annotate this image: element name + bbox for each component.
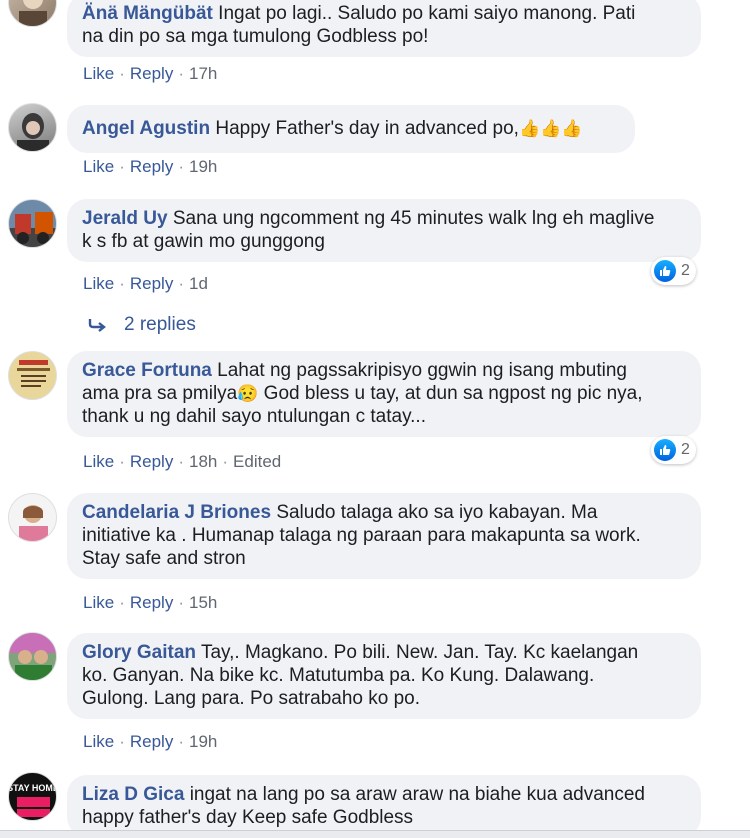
avatar[interactable] <box>8 0 57 27</box>
like-link[interactable]: Like <box>83 732 114 751</box>
comment-text: Stay safe and stron <box>82 548 246 569</box>
reply-link[interactable]: Reply <box>130 732 173 751</box>
reaction-count: 2 <box>681 441 690 458</box>
comment-author[interactable]: Jerald Uy <box>82 208 168 229</box>
timestamp[interactable]: 18h <box>189 452 217 471</box>
reaction-summary[interactable]: 2 <box>651 257 696 285</box>
thumbs-up-emoji-icon: 👍👍👍 <box>518 119 583 138</box>
comment-author[interactable]: Grace Fortuna <box>82 360 212 381</box>
reply-link[interactable]: Reply <box>130 593 173 612</box>
comment-actions: Like · Reply · 15h <box>83 593 218 612</box>
like-link[interactable]: Like <box>83 157 114 176</box>
timestamp[interactable]: 19h <box>189 732 217 751</box>
timestamp[interactable]: 1d <box>189 274 208 293</box>
comment-author[interactable]: Candelaria J Briones <box>82 502 271 523</box>
avatar[interactable] <box>8 632 57 681</box>
view-replies-link[interactable]: 2 replies <box>88 314 196 336</box>
comment-author[interactable]: Angel Agustin <box>82 118 210 139</box>
avatar[interactable] <box>8 103 57 152</box>
comment-bubble: Glory Gaitan Tay,. Magkano. Po bili. New… <box>67 633 701 719</box>
comment-actions: Like · Reply · 19h <box>83 157 218 176</box>
sad-emoji-icon: 😥 <box>237 384 259 403</box>
reply-link[interactable]: Reply <box>130 157 173 176</box>
comment-author[interactable]: Glory Gaitan <box>82 642 196 663</box>
reply-arrow-icon <box>88 319 106 332</box>
comment-text: Ingat po lagi.. Saludo po kami saiyo man… <box>218 3 636 24</box>
comment-bubble: Jerald Uy Sana ung ngcomment ng 45 minut… <box>67 199 701 262</box>
comment-bubble: Grace Fortuna Lahat ng pagssakripisyo gg… <box>67 351 701 437</box>
timestamp[interactable]: 17h <box>189 64 217 83</box>
comment-bubble: Angel Agustin Happy Father's day in adva… <box>67 105 635 153</box>
comment-text: Saludo talaga ako sa iyo kabayan. Ma <box>276 502 598 523</box>
comment-text: ko. Ganyan. Na bike kc. Matutumba pa. Ko… <box>82 665 595 686</box>
reply-link[interactable]: Reply <box>130 274 173 293</box>
avatar-text: STAY HOME <box>9 783 57 793</box>
comment-author[interactable]: Liza D Gica <box>82 784 184 805</box>
comment-text: Tay,. Magkano. Po bili. New. Jan. Tay. K… <box>200 642 639 663</box>
reaction-count: 2 <box>681 262 690 279</box>
like-reaction-icon <box>654 439 676 461</box>
like-link[interactable]: Like <box>83 452 114 471</box>
comment-text: ama pra sa pmilya <box>82 383 238 404</box>
comment-text: Lahat ng pagssakripisyo ggwin ng isang m… <box>217 360 627 381</box>
comment-text: Happy Father's day in advanced po, <box>215 118 519 139</box>
comment-bubble: Änä Mängübät Ingat po lagi.. Saludo po k… <box>67 0 701 57</box>
comment-author[interactable]: Änä Mängübät <box>82 3 213 24</box>
comment-actions: Like · Reply · 17h <box>83 64 218 83</box>
timestamp[interactable]: 19h <box>189 157 217 176</box>
like-reaction-icon <box>654 260 676 282</box>
comment-text: k s fb at gawin mo gunggong <box>82 231 325 252</box>
reaction-summary[interactable]: 2 <box>651 436 696 464</box>
avatar[interactable] <box>8 351 57 400</box>
comment-bubble: Candelaria J Briones Saludo talaga ako s… <box>67 493 701 579</box>
like-link[interactable]: Like <box>83 593 114 612</box>
comment-actions: Like · Reply · 18h · Edited <box>83 452 282 471</box>
replies-count[interactable]: 2 replies <box>124 314 196 336</box>
like-link[interactable]: Like <box>83 64 114 83</box>
comment-text: thank u ng dahil sayo ntulungan c tatay.… <box>82 406 426 427</box>
comment-text: God bless u tay, at dun sa ngpost ng pic… <box>258 383 643 404</box>
timestamp[interactable]: 15h <box>189 593 217 612</box>
like-link[interactable]: Like <box>83 274 114 293</box>
edited-label[interactable]: Edited <box>233 452 281 471</box>
avatar[interactable]: STAY HOME <box>8 772 57 821</box>
avatar[interactable] <box>8 199 57 248</box>
reply-link[interactable]: Reply <box>130 64 173 83</box>
comment-text: happy father's day Keep safe Godbless <box>82 807 414 828</box>
comment-actions: Like · Reply · 1d <box>83 274 208 293</box>
comment-text: Gulong. Lang para. Po satrabaho ko po. <box>82 688 421 709</box>
comment-bubble: Liza D Gica ingat na lang po sa araw ara… <box>67 775 701 837</box>
comment-text: ingat na lang po sa araw araw na biahe k… <box>189 784 645 805</box>
comment-actions: Like · Reply · 19h <box>83 732 218 751</box>
reply-link[interactable]: Reply <box>130 452 173 471</box>
comment-text: Sana ung ngcomment ng 45 minutes walk ln… <box>172 208 655 229</box>
comment-text: initiative ka . Humanap talaga ng paraan… <box>82 525 641 546</box>
comment-text: na din po sa mga tumulong Godbless po! <box>82 26 429 47</box>
avatar[interactable] <box>8 493 57 542</box>
